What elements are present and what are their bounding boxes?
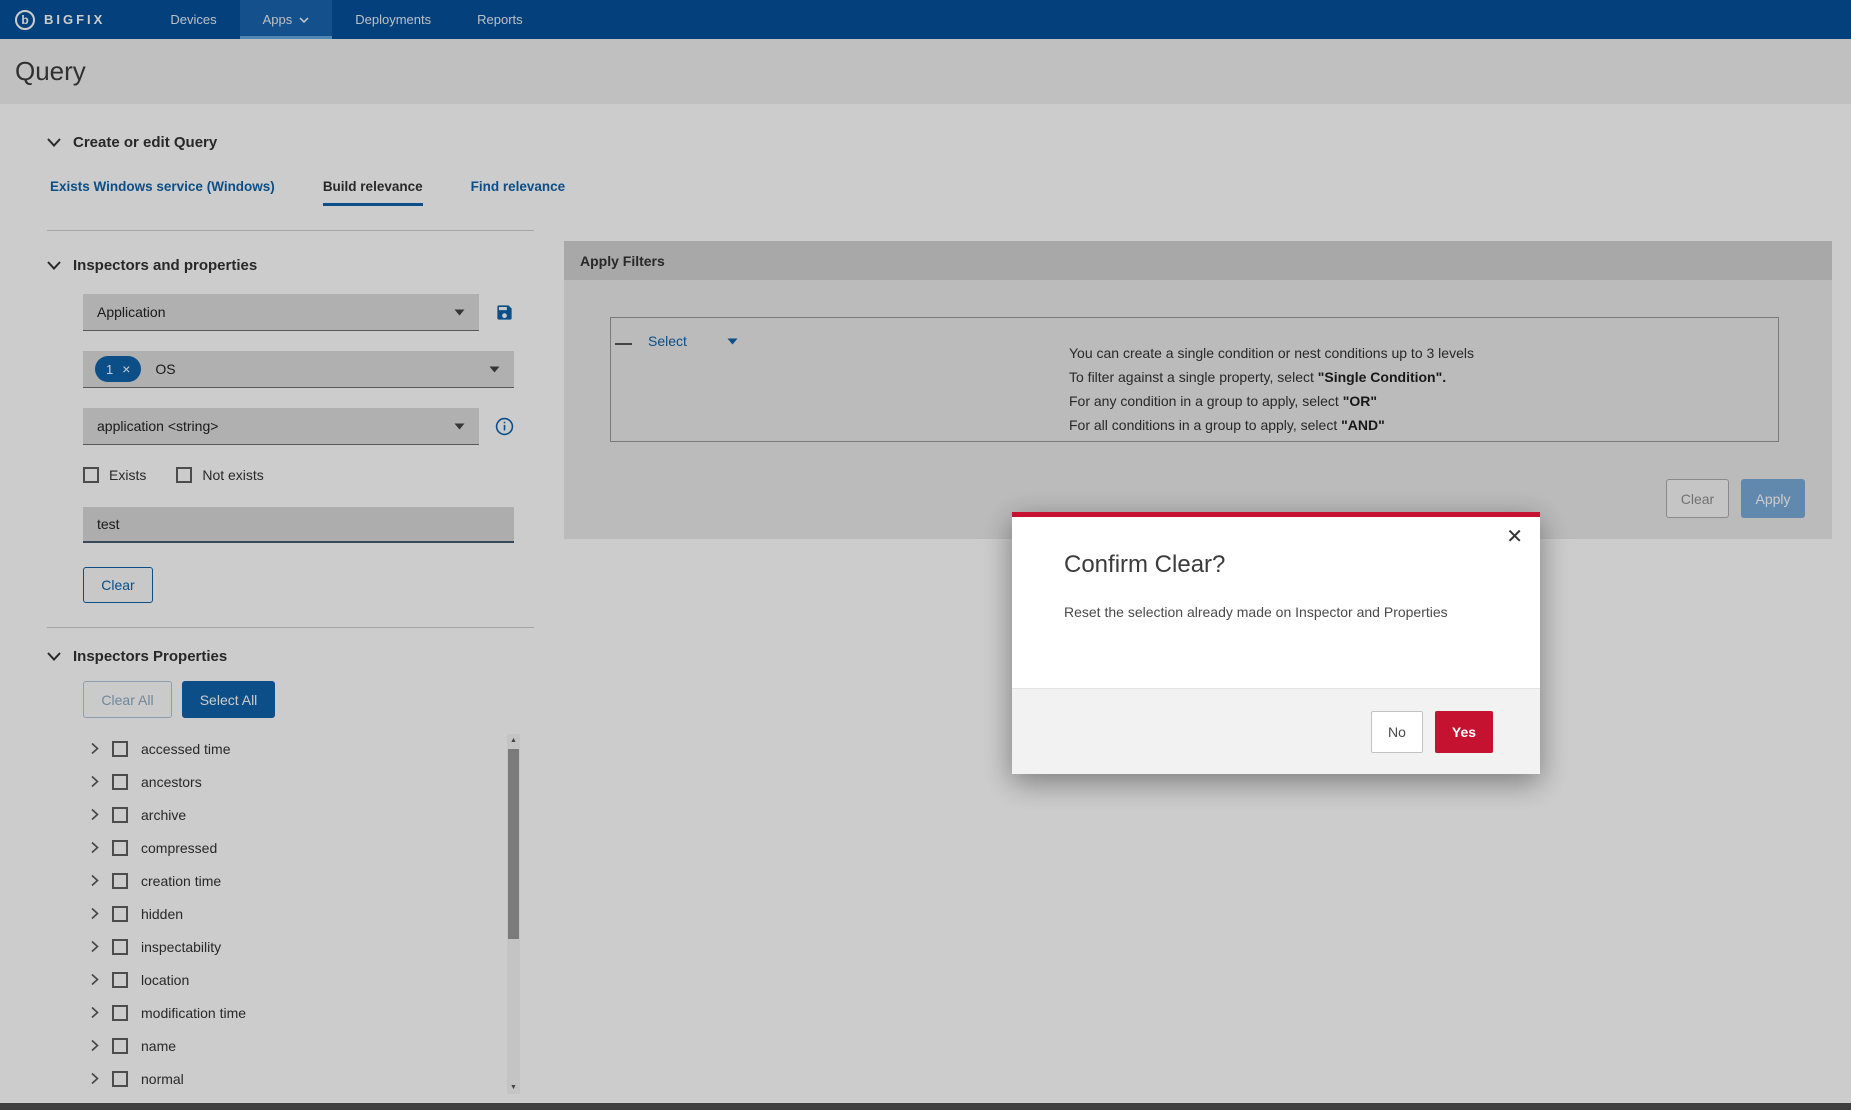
confirm-clear-dialog: ✕ Confirm Clear? Reset the selection alr… — [1012, 512, 1540, 774]
dialog-title: Confirm Clear? — [1064, 551, 1540, 579]
close-icon[interactable]: ✕ — [1506, 527, 1523, 547]
modal-overlay — [0, 0, 1851, 1110]
dialog-message: Reset the selection already made on Insp… — [1064, 604, 1488, 620]
dialog-footer: No Yes — [1012, 688, 1540, 774]
yes-button[interactable]: Yes — [1435, 711, 1493, 753]
no-button[interactable]: No — [1371, 711, 1423, 753]
